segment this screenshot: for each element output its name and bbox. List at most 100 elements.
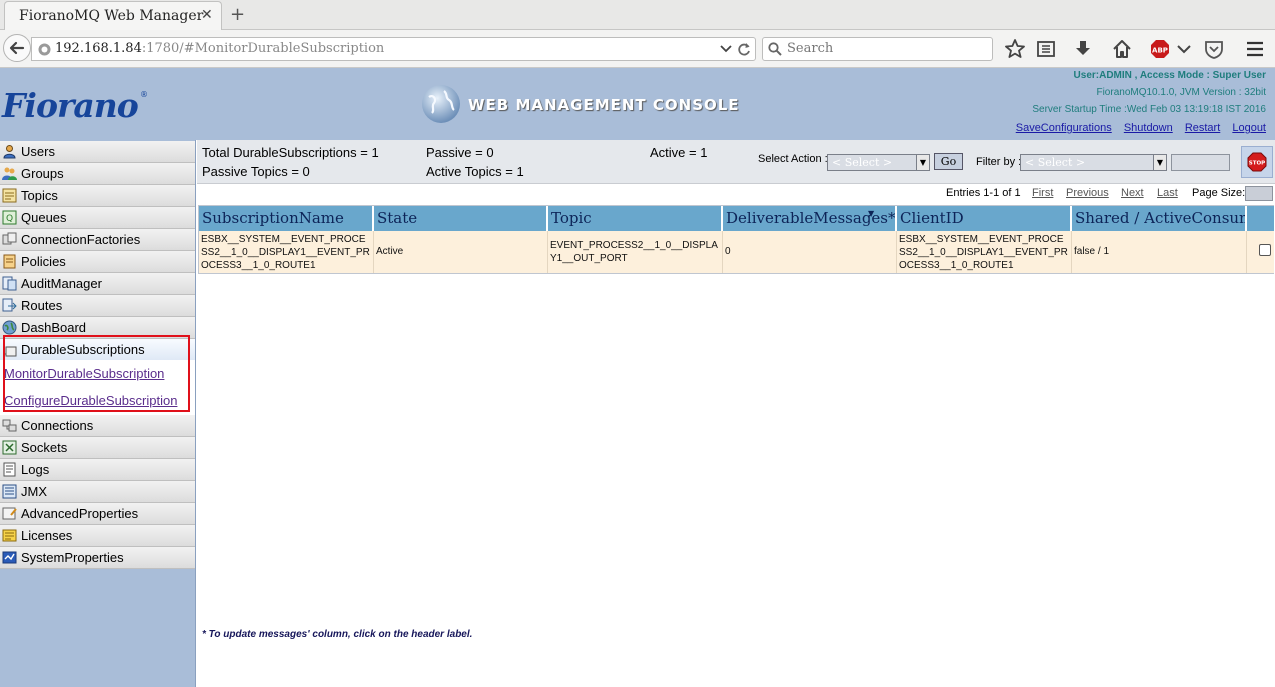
startup-time: Server Startup Time :Wed Feb 03 13:19:18… — [1032, 104, 1266, 115]
sidebar-item-connections[interactable]: Connections — [0, 415, 195, 437]
sidebar-item-licenses[interactable]: Licenses — [0, 525, 195, 547]
audit-icon — [2, 276, 17, 291]
filter-input[interactable] — [1171, 154, 1230, 171]
column-header-select — [1247, 206, 1274, 231]
sidebar-item-label: Groups — [21, 166, 64, 181]
select-action-label: Select Action : — [758, 153, 828, 165]
sidebar-item-label: AuditManager — [21, 276, 102, 291]
sidebar-item-routes[interactable]: Routes — [0, 295, 195, 317]
column-header-subscription-name[interactable]: SubscriptionName — [199, 206, 374, 231]
hamburger-menu-icon[interactable] — [1244, 38, 1266, 60]
logo-registered-mark: ® — [140, 90, 148, 99]
adblock-chevron-down-icon[interactable] — [1173, 38, 1195, 60]
topic-icon — [2, 188, 17, 203]
sidebar-item-label: Licenses — [21, 528, 73, 543]
sidebar-item-groups[interactable]: Groups — [0, 163, 195, 185]
route-icon — [2, 298, 17, 312]
new-tab-icon[interactable]: + — [230, 4, 245, 25]
last-page-link[interactable]: Last — [1157, 187, 1178, 199]
cell-deliverable-messages: 0 — [723, 231, 897, 273]
footnote: * To update messages' column, click on t… — [202, 629, 473, 640]
sidebar-item-advancedproperties[interactable]: AdvancedProperties — [0, 503, 195, 525]
app-header: Fiorano ® Web Management Console User:AD… — [0, 68, 1275, 140]
select-action-value: < Select > — [832, 156, 893, 169]
next-page-link[interactable]: Next — [1121, 187, 1144, 199]
browser-tab[interactable]: FioranoMQ Web Manager ✕ — [4, 1, 222, 30]
dashboard-globe-icon — [2, 320, 17, 335]
home-icon[interactable] — [1111, 38, 1133, 60]
chevron-down-icon[interactable] — [720, 41, 732, 57]
sidebar-item-connectionfactories[interactable]: ConnectionFactories — [0, 229, 195, 251]
fiorano-logo: Fiorano — [2, 86, 139, 125]
active-topics-count: Active Topics = 1 — [426, 164, 524, 179]
site-info-icon[interactable] — [38, 43, 51, 56]
cell-subscription-name: ESBX__SYSTEM__EVENT_PROCESS2__1_0__DISPL… — [199, 231, 374, 273]
sidebar: Users Groups Topics Q Queues ConnectionF… — [0, 140, 196, 687]
logout-link[interactable]: Logout — [1232, 122, 1266, 134]
sidebar-item-label: Connections — [21, 418, 94, 433]
sidebar-item-queues[interactable]: Q Queues — [0, 207, 195, 229]
row-select-checkbox[interactable] — [1259, 244, 1271, 256]
reading-list-icon[interactable] — [1035, 38, 1057, 60]
first-page-link[interactable]: First — [1032, 187, 1053, 199]
group-icon — [2, 167, 17, 180]
sidebar-item-sockets[interactable]: Sockets — [0, 437, 195, 459]
download-icon[interactable] — [1072, 38, 1094, 60]
active-count: Active = 1 — [650, 145, 708, 160]
sidebar-item-label: Topics — [21, 188, 58, 203]
sidebar-item-auditmanager[interactable]: AuditManager — [0, 273, 195, 295]
sidebar-item-label: Sockets — [21, 440, 68, 455]
sidebar-item-topics[interactable]: Topics — [0, 185, 195, 207]
search-input[interactable]: Search — [762, 37, 993, 61]
sidebar-item-label: AdvancedProperties — [21, 506, 139, 521]
sidebar-item-systemproperties[interactable]: SystemProperties — [0, 547, 195, 569]
shutdown-link[interactable]: Shutdown — [1124, 122, 1173, 134]
tab-title: FioranoMQ Web Manager — [19, 8, 204, 24]
url-text: 192.168.1.84:1780/#MonitorDurableSubscri… — [55, 41, 384, 56]
cell-state: Active — [374, 231, 548, 273]
column-header-topic[interactable]: Topic — [548, 206, 723, 231]
chevron-down-icon: ▼ — [916, 155, 929, 170]
durable-subscriptions-table: SubscriptionName State Topic Deliverable… — [198, 205, 1274, 274]
passive-count: Passive = 0 — [426, 145, 494, 160]
column-header-shared-active-consumers[interactable]: Shared / ActiveConsumers — [1072, 206, 1247, 231]
connection-factory-icon — [2, 232, 17, 245]
user-icon — [3, 145, 16, 159]
bookmark-star-icon[interactable] — [1004, 38, 1026, 60]
cell-client-id: ESBX__SYSTEM__EVENT_PROCESS2__1_0__DISPL… — [897, 231, 1072, 273]
connection-icon — [2, 419, 17, 432]
sidebar-item-label: Logs — [21, 462, 50, 477]
svg-text:ABP: ABP — [1152, 47, 1168, 55]
go-button[interactable]: Go — [934, 153, 963, 170]
reload-icon[interactable] — [737, 40, 751, 58]
back-button[interactable] — [3, 34, 31, 62]
console-title: Web Management Console — [468, 96, 740, 114]
chevron-down-icon: ▼ — [1153, 155, 1166, 170]
filter-by-label: Filter by : — [976, 156, 1022, 168]
page-size-label: Page Size: — [1192, 187, 1246, 199]
page-size-input[interactable] — [1245, 186, 1273, 201]
shield-icon[interactable] — [1203, 38, 1225, 60]
queue-icon: Q — [2, 210, 17, 225]
save-configurations-link[interactable]: SaveConfigurations — [1016, 122, 1112, 134]
restart-link[interactable]: Restart — [1185, 122, 1220, 134]
passive-topics-count: Passive Topics = 0 — [202, 164, 310, 179]
sidebar-item-logs[interactable]: Logs — [0, 459, 195, 481]
column-header-deliverable-messages[interactable]: DeliverableMessages* ▼ — [723, 206, 897, 231]
close-icon[interactable]: ✕ — [201, 7, 213, 23]
column-header-state[interactable]: State — [374, 206, 548, 231]
sidebar-item-policies[interactable]: Policies — [0, 251, 195, 273]
sidebar-item-jmx[interactable]: JMX — [0, 481, 195, 503]
previous-page-link[interactable]: Previous — [1066, 187, 1109, 199]
adblock-icon[interactable]: ABP — [1149, 38, 1171, 60]
column-header-client-id[interactable]: ClientID — [897, 206, 1072, 231]
license-icon — [2, 529, 17, 542]
stop-button[interactable]: STOP — [1241, 146, 1273, 178]
socket-icon — [2, 440, 17, 455]
select-action-dropdown[interactable]: < Select > ▼ — [827, 154, 930, 171]
advanced-properties-icon — [2, 507, 17, 520]
entries-count: Entries 1-1 of 1 — [946, 187, 1021, 199]
url-bar[interactable]: 192.168.1.84:1780/#MonitorDurableSubscri… — [31, 37, 756, 61]
filter-by-dropdown[interactable]: < Select > ▼ — [1020, 154, 1167, 171]
sidebar-item-users[interactable]: Users — [0, 141, 195, 163]
